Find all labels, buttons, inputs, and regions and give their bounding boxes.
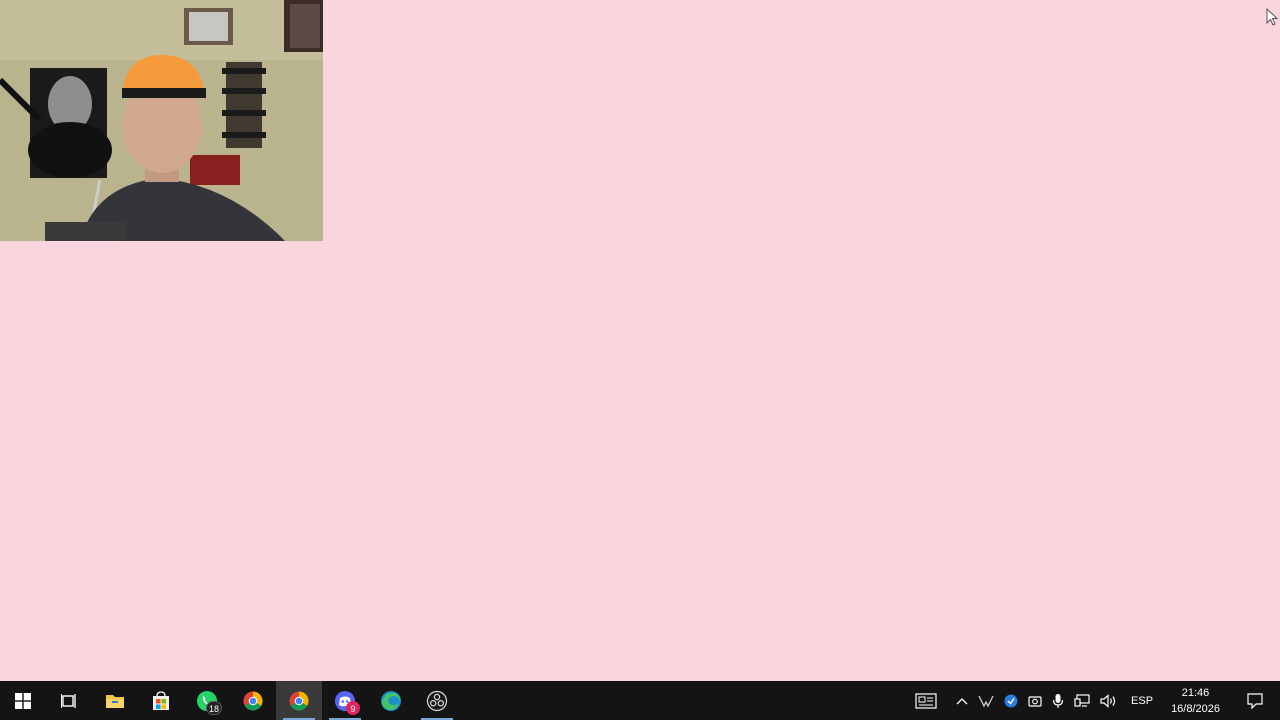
microphone-icon [1052,693,1064,708]
taskbar: 18 9 ESP 21:46 16/8/2026 [0,681,1280,720]
mouse-cursor [1266,8,1278,26]
camera-icon [1028,695,1042,707]
shield-icon [1004,694,1018,707]
discord-button[interactable]: 9 [322,681,368,720]
windows-icon [15,692,31,709]
task-view-button[interactable] [46,681,92,720]
chrome-icon [243,691,263,710]
edge-button[interactable] [368,681,414,720]
notification-icon [1247,692,1263,709]
start-button[interactable] [0,681,46,720]
capture-tray-button[interactable] [1023,681,1047,720]
file-explorer-button[interactable] [92,681,138,720]
store-button[interactable] [138,681,184,720]
speaker-icon [1100,693,1116,708]
volume-tray-button[interactable] [1095,681,1123,720]
folder-icon [106,694,124,708]
input-language-indicator[interactable]: ESP [1123,695,1161,707]
chrome-button[interactable] [230,681,276,720]
vpn-icon [978,695,994,707]
security-tray-button[interactable] [999,681,1023,720]
clock-date: 16/8/2026 [1171,702,1220,715]
edge-icon [381,690,401,711]
system-tray: ESP 21:46 16/8/2026 [901,681,1280,720]
clock[interactable]: 21:46 16/8/2026 [1161,685,1230,717]
news-widget-button[interactable] [901,681,951,720]
discord-badge: 9 [346,701,360,715]
network-icon [1074,693,1090,707]
chevron-up-icon [956,697,968,704]
vpn-tray-button[interactable] [973,681,999,720]
obs-button[interactable] [414,681,460,720]
chrome-profile-button[interactable] [276,681,322,720]
store-icon [153,690,169,710]
obs-icon [426,690,448,711]
microphone-tray-button[interactable] [1047,681,1069,720]
chrome-icon [289,691,309,710]
show-hidden-icons-button[interactable] [951,681,973,720]
whatsapp-badge: 18 [205,701,222,715]
action-center-button[interactable] [1230,681,1280,720]
whatsapp-button[interactable]: 18 [184,681,230,720]
network-tray-button[interactable] [1069,681,1095,720]
webcam-overlay [0,0,323,241]
newspaper-icon [915,692,937,709]
task-view-icon [61,693,76,708]
clock-time: 21:46 [1181,686,1210,699]
